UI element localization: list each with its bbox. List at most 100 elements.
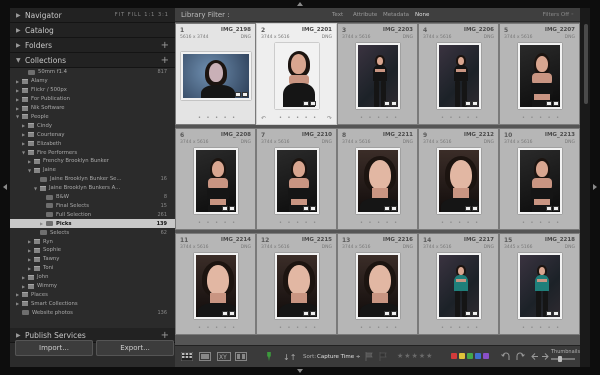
thumbnail-cell[interactable]: 9 IMG_2212 3744 x 5616 DNG • • • • •: [418, 128, 499, 230]
thumbnail-cell[interactable]: 11 IMG_2214 3744 x 5616 DNG • • • • •: [175, 233, 256, 335]
thumbnail-cell[interactable]: 2 IMG_2201 3744 x 5616 DNG • • • • • ↶ ↷: [256, 23, 337, 125]
next-photo-icon[interactable]: [541, 352, 549, 361]
collections-header[interactable]: ▼ Collections +: [10, 53, 175, 68]
top-panel-toggle-icon[interactable]: [297, 2, 303, 6]
filters-off-dropdown[interactable]: Filters Off ◦: [543, 12, 574, 18]
rotate-left-icon[interactable]: [501, 352, 511, 361]
collection-set-item[interactable]: ▶ Elizabeth: [10, 139, 175, 148]
collection-set-item[interactable]: ▶ Wimmy: [10, 282, 175, 291]
color-label-purple[interactable]: [483, 353, 489, 359]
thumbnail-cell[interactable]: 8 IMG_2211 3744 x 5616 DNG • • • • •: [337, 128, 418, 230]
star-rating-dots[interactable]: • • • • •: [198, 325, 237, 331]
collection-item[interactable]: 50mm f1.4 817: [10, 68, 175, 77]
star-rating-dots[interactable]: • • • • •: [279, 220, 318, 226]
star-rating-dots[interactable]: • • • • •: [360, 115, 399, 121]
thumbnail-image[interactable]: [355, 43, 400, 109]
collection-set-item[interactable]: ▶ For Publication: [10, 95, 175, 104]
thumbnail-image[interactable]: [517, 253, 562, 319]
collection-set-item[interactable]: ▼ Jaine: [10, 166, 175, 175]
collection-item[interactable]: Jaine Brooklyn Bunker Se... 16: [10, 175, 175, 184]
flag-pick-icon[interactable]: [365, 352, 377, 361]
thumbnail-image[interactable]: [180, 52, 251, 100]
filter-attribute-option[interactable]: Attribute: [353, 12, 377, 18]
filter-text-option[interactable]: Text: [332, 12, 343, 18]
collection-set-item[interactable]: ▶ John: [10, 273, 175, 282]
collection-set-item[interactable]: ▶ Tawny: [10, 255, 175, 264]
star-rating-dots[interactable]: • • • • •: [522, 220, 561, 226]
collection-set-item[interactable]: ▶ Courtenay: [10, 130, 175, 139]
painter-icon[interactable]: [265, 352, 273, 361]
thumbnail-cell[interactable]: 12 IMG_2215 3744 x 5616 DNG • • • • •: [256, 233, 337, 335]
grid-scrollbar[interactable]: [584, 24, 588, 104]
collection-set-item[interactable]: ▼ People: [10, 113, 175, 122]
color-label-green[interactable]: [467, 353, 473, 359]
color-label-blue[interactable]: [475, 353, 481, 359]
left-panel-toggle-icon[interactable]: [3, 184, 7, 190]
thumbnail-image[interactable]: [517, 43, 562, 109]
star-rating-dots[interactable]: • • • • •: [279, 325, 318, 331]
navigator-header[interactable]: ▶ Navigator FIT FILL 1:1 3:1: [10, 8, 175, 23]
collection-item[interactable]: B&W 8: [10, 193, 175, 202]
sort-dropdown[interactable]: Capture Time ÷: [317, 354, 360, 360]
thumbnail-cell[interactable]: 3 IMG_2203 3744 x 5616 DNG • • • • •: [337, 23, 418, 125]
thumbnail-image[interactable]: [274, 148, 319, 214]
export-button[interactable]: Export...: [96, 340, 174, 356]
collection-set-item[interactable]: ▼ Fire Performers: [10, 148, 175, 157]
compare-view-icon[interactable]: XY: [217, 352, 231, 361]
thumbnail-cell[interactable]: 10 IMG_2213 3744 x 5616 DNG • • • • •: [499, 128, 580, 230]
collection-set-item[interactable]: ▶ Alamy: [10, 77, 175, 86]
thumbnail-image[interactable]: [193, 253, 238, 319]
thumbnail-image[interactable]: [436, 148, 481, 214]
collection-set-item[interactable]: ▶ Sophie: [10, 246, 175, 255]
thumbnail-image[interactable]: [274, 43, 319, 109]
thumbnail-image[interactable]: [355, 253, 400, 319]
previous-photo-icon[interactable]: [531, 352, 539, 361]
import-button[interactable]: Import...: [15, 340, 93, 356]
collection-item[interactable]: ▶ Picks 139: [10, 219, 175, 229]
color-label-yellow[interactable]: [459, 353, 465, 359]
loupe-view-icon[interactable]: [199, 352, 211, 361]
star-rating-dots[interactable]: • • • • •: [441, 220, 480, 226]
collection-set-item[interactable]: ▶ Ryn: [10, 237, 175, 246]
thumbnail-size-slider-handle[interactable]: [558, 356, 562, 362]
thumbnail-cell[interactable]: 14 IMG_2217 3744 x 5616 DNG • • • • •: [418, 233, 499, 335]
filter-none-option[interactable]: None: [415, 12, 429, 18]
thumbnail-cell[interactable]: 6 IMG_2208 3744 x 5616 DNG • • • • •: [175, 128, 256, 230]
flag-reject-icon[interactable]: [379, 352, 391, 361]
thumbnail-image[interactable]: [517, 148, 562, 214]
thumbnail-image[interactable]: [274, 253, 319, 319]
collection-item[interactable]: Full Selection 261: [10, 210, 175, 219]
collection-set-item[interactable]: ▶ Cindy: [10, 121, 175, 130]
thumbnail-cell[interactable]: 1 IMG_2198 5616 x 3744 DNG • • • • •: [175, 23, 256, 125]
thumbnail-size-slider[interactable]: [551, 358, 575, 360]
thumbnail-cell[interactable]: 5 IMG_2207 3744 x 5616 DNG • • • • •: [499, 23, 580, 125]
collection-item[interactable]: Final Selects 15: [10, 202, 175, 211]
thumbnail-cell[interactable]: 13 IMG_2216 3744 x 5616 DNG • • • • •: [337, 233, 418, 335]
thumbnail-image[interactable]: [193, 148, 238, 214]
thumbnail-cell[interactable]: 7 IMG_2210 3744 x 5616 DNG • • • • •: [256, 128, 337, 230]
star-rating-dots[interactable]: • • • • •: [279, 115, 318, 121]
collection-set-item[interactable]: ▼ Jaine Brooklyn Bunkers A...: [10, 184, 175, 193]
bottom-panel-toggle-icon[interactable]: [297, 369, 303, 373]
color-label-red[interactable]: [451, 353, 457, 359]
add-folder-icon[interactable]: +: [161, 40, 169, 51]
rotate-right-icon[interactable]: [515, 352, 525, 361]
collection-set-item[interactable]: ▶ Flickr / 500px: [10, 86, 175, 95]
survey-view-icon[interactable]: [235, 352, 247, 361]
rotate-left-icon[interactable]: ↶: [261, 115, 266, 122]
grid-view-icon[interactable]: [181, 352, 193, 361]
star-rating-dots[interactable]: • • • • •: [441, 115, 480, 121]
thumbnail-image[interactable]: [436, 43, 481, 109]
collection-set-item[interactable]: ▶ Toni: [10, 264, 175, 273]
star-rating-dots[interactable]: • • • • •: [198, 220, 237, 226]
filter-metadata-option[interactable]: Metadata: [383, 12, 409, 18]
collection-set-item[interactable]: ▶ Smart Collections: [10, 299, 175, 308]
right-panel-toggle-icon[interactable]: [593, 184, 597, 190]
sort-direction-icon[interactable]: ↓↑: [283, 352, 297, 361]
folders-header[interactable]: ▶ Folders +: [10, 38, 175, 53]
star-rating-dots[interactable]: • • • • •: [198, 115, 237, 121]
star-rating-dots[interactable]: • • • • •: [522, 325, 561, 331]
star-rating-dots[interactable]: • • • • •: [522, 115, 561, 121]
star-rating-dots[interactable]: • • • • •: [441, 325, 480, 331]
thumbnail-image[interactable]: [355, 148, 400, 214]
